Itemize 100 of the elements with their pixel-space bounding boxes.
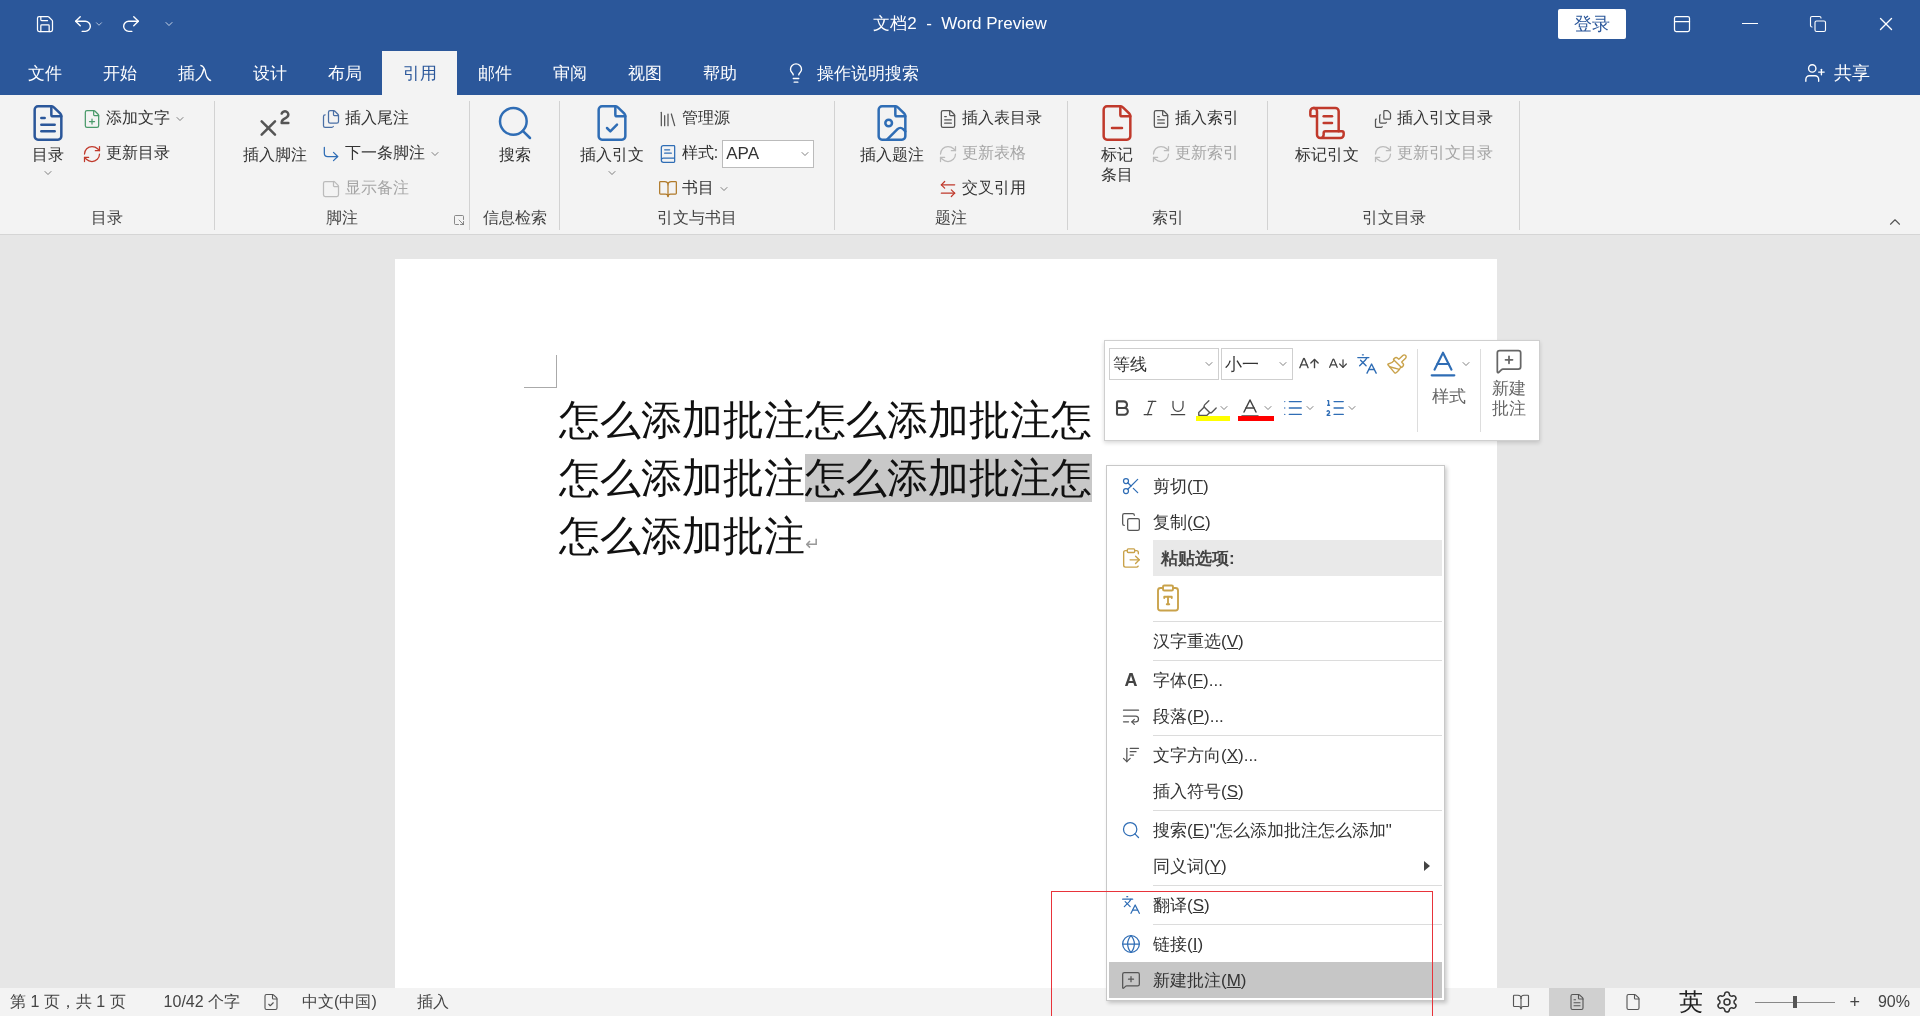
ribbon-tab[interactable]: 文件 [7,51,82,95]
ribbon-button[interactable]: 插入题注 [856,101,928,167]
refresh-icon [938,143,958,164]
documents-icon [321,108,341,129]
language-status: 中文(中国) [302,991,377,1012]
menu-item[interactable]: 汉字重选(V) [1109,623,1442,659]
underline-icon [1168,398,1188,418]
refresh-icon [1150,143,1171,164]
ribbon-tab[interactable]: 布局 [307,51,382,95]
document-text-line: 怎么添加批注怎么添加批注怎 [559,453,1092,504]
group-label: 信息检索 [482,208,547,228]
ribbon-tab[interactable]: 设计 [232,51,307,95]
document-text-line: 怎么添加批注↵ [559,511,821,562]
ribbon-button[interactable]: 标记引文 [1290,101,1363,167]
print-layout-icon [1568,993,1587,1011]
read-mode-icon [1512,993,1531,1011]
font-dropdown[interactable]: 等线 [1109,348,1219,380]
ribbon-button[interactable]: 插入脚注 [239,101,311,167]
menu-item[interactable]: 文字方向(X)... [1109,737,1442,773]
zoom-thumb[interactable] [1793,996,1798,1008]
arrows-icon [938,178,958,199]
ribbon-button[interactable]: 插入引文 [575,101,648,181]
ribbon-tab[interactable]: 邮件 [457,51,532,95]
scissors-icon [1121,476,1141,496]
menu-item[interactable]: 翻译(S) [1109,887,1442,923]
ribbon-tab[interactable]: 插入 [157,51,232,95]
style-dropdown[interactable]: APA [722,139,815,168]
comment-plus-icon [1121,970,1141,990]
dialog-launcher-icon[interactable] [453,214,465,226]
ribbon-button[interactable]: 更新目录 [78,136,190,171]
menu-item[interactable]: 复制(C) [1109,504,1442,540]
ribbon-button[interactable]: 标记条目 [1092,101,1141,187]
book-icon [657,178,678,199]
document-icon [938,108,958,129]
zoom-in-button[interactable]: + [1845,991,1864,1013]
refresh-icon [1372,143,1393,164]
ribbon-tab[interactable]: 引用 [382,51,457,95]
menu-item[interactable]: 链接(I) [1109,926,1442,962]
language-icon [1356,353,1378,375]
globe-icon [1121,934,1141,954]
menu-item[interactable]: 新建批注(M) [1109,962,1442,998]
launcher-arrow-icon [453,214,465,226]
margin-corner-mark [524,355,557,388]
highlighter-icon [1196,397,1218,419]
menu-item[interactable]: 段落(P)... [1109,698,1442,734]
window-title: 文档2 - Word Preview [873,13,1047,35]
user-icon [1804,62,1826,84]
ribbon-button[interactable]: 交叉引用 [934,171,1046,206]
group-label: 引文目录 [1361,208,1426,228]
menu-item[interactable]: 插入符号(S) [1109,773,1442,809]
menu-item[interactable]: A 字体(F)... [1109,662,1442,698]
proofing-icon [262,993,281,1011]
insert-mode: 插入 [416,991,449,1012]
ribbon-tab[interactable]: 视图 [607,51,682,95]
search-icon [1121,820,1141,840]
new-comment-button[interactable]: 新建批注 [1487,345,1531,436]
ribbon-button[interactable]: 管理源 [653,101,819,136]
ribbon-button[interactable]: 插入尾注 [317,101,445,136]
font-size-dropdown[interactable]: 小一 [1221,348,1293,380]
ribbon-button[interactable]: 插入引文目录 [1368,101,1497,136]
ribbon-tab[interactable]: 审阅 [532,51,607,95]
ribbon-button[interactable]: 插入索引 [1146,101,1243,136]
copy-icon [1121,512,1141,532]
menu-item[interactable]: 剪切(T) [1109,468,1442,504]
group-label: 题注 [935,208,967,228]
web-layout-icon [1624,993,1643,1011]
share-button[interactable]: 共享 [1798,51,1876,95]
ribbon-button[interactable]: 下一条脚注 [317,136,445,171]
view-button[interactable] [1549,988,1606,1016]
save-glyph-icon [35,13,55,34]
group-label: 引文与书目 [657,208,737,228]
input-method-indicator[interactable]: 英 [1679,986,1704,1016]
restore-glyph-icon [1809,14,1827,33]
style-label: 样式: [681,143,719,163]
ribbon-tab[interactable]: 帮助 [682,51,757,95]
menu-item[interactable]: 搜索(E)"怎么添加批注怎么添加" [1109,812,1442,848]
menu-item[interactable]: 同义词(Y) [1109,848,1442,884]
document-text-line: 怎么添加批注怎么添加批注怎 [559,395,1092,446]
group-label: 索引 [1151,208,1184,228]
settings-icon [1715,990,1740,1014]
word-count: 10/42 个字 [163,991,241,1012]
ribbon-tab[interactable]: 开始 [82,51,157,95]
zoom-level: 90% [1877,993,1910,1011]
document-plus-icon [82,108,102,129]
sign-in-button[interactable]: 登录 [1558,8,1626,39]
note-icon [321,178,341,199]
ribbon-button[interactable]: 书目 [653,171,819,206]
tell-me-search[interactable]: 操作说明搜索 [777,51,927,95]
documents-icon [1372,108,1393,129]
translate-icon [1121,895,1141,915]
text-direction-icon [1121,745,1141,765]
clipboard-icon [1120,547,1142,569]
ribbon-button[interactable]: 搜索 [490,101,539,167]
ribbon-button[interactable]: 目录 [24,101,72,181]
paintbrush-icon [1386,353,1408,375]
numbered-list-icon [1324,397,1346,419]
refresh-icon [82,143,102,164]
ribbon-button[interactable]: 添加文字 [78,101,190,136]
ribbon-button[interactable]: 插入表目录 [934,101,1046,136]
styles-button[interactable]: 样式 [1424,345,1474,436]
